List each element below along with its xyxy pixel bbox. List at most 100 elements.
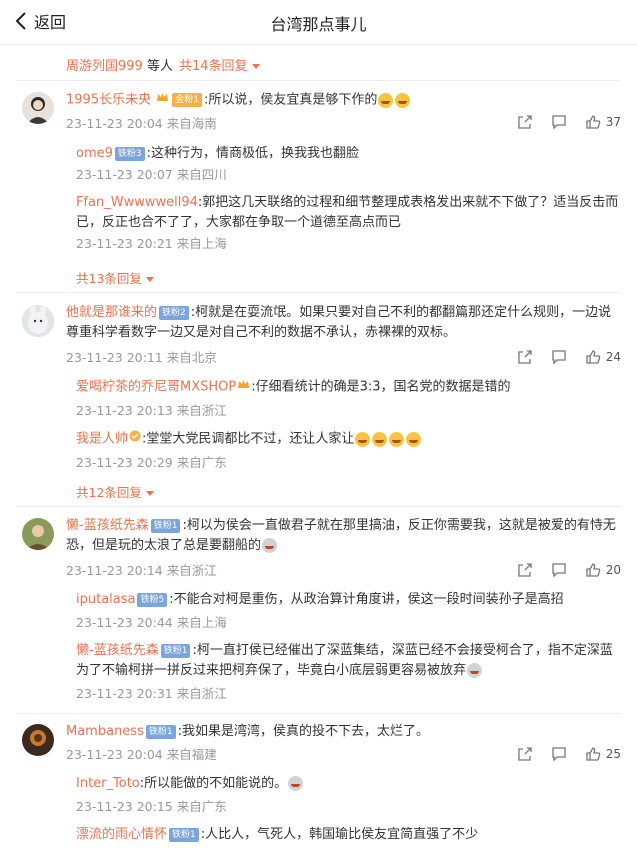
more-replies-link[interactable]: 共12条回复: [76, 482, 154, 501]
reply-item: 漂流的雨心情怀 铁粉1:人比人，气死人，韩国瑜比侯友宜简直强了不少: [76, 825, 619, 845]
share-icon: [518, 115, 532, 129]
hug-emoji-icon: [395, 92, 411, 108]
avatar[interactable]: [22, 724, 54, 756]
reply-username[interactable]: ome9: [76, 146, 113, 161]
avatar[interactable]: [22, 305, 54, 337]
like-count: 37: [605, 115, 621, 129]
reply-username[interactable]: 漂流的雨心情怀: [76, 827, 167, 842]
comment-button[interactable]: [551, 114, 567, 130]
like-icon: [586, 563, 601, 577]
comment-actions: 25: [517, 746, 621, 762]
reply-item: ome9 铁粉3:这种行为，情商极低，换我我也翻脸 23-11-23 20:07 …: [76, 144, 619, 184]
share-icon: [518, 350, 532, 364]
navbar: 返回 台湾那点事儿: [0, 0, 637, 45]
more-replies-link[interactable]: 共14条回复: [179, 59, 260, 74]
comment-actions: 37: [517, 114, 621, 130]
crown-icon: [237, 377, 250, 397]
caret-down-icon: [145, 491, 154, 496]
comment-username[interactable]: Mambaness: [66, 724, 144, 739]
reply-text: :这种行为，情商极低，换我我也翻脸: [146, 146, 360, 161]
laugh-emoji-icon: [406, 431, 422, 447]
reply-text: :人比人，气死人，韩国瑜比侯友宜简直强了不少: [200, 827, 479, 842]
fan-badge: 铁粉3: [114, 146, 145, 161]
more-replies-label: 共14条回复: [178, 59, 248, 74]
fan-badge: 铁粉1: [145, 724, 176, 739]
avatar[interactable]: [22, 518, 54, 550]
laugh-emoji-icon: [389, 431, 405, 447]
reply-username[interactable]: Ffan_Wwwwwell94: [76, 195, 198, 210]
reply-item: Ffan_Wwwwwell94:郭把这几天联络的过程和细节整理成表格发出来就不下…: [76, 193, 619, 253]
comment-icon: [552, 115, 566, 130]
fan-badge: 铁粉5: [137, 592, 168, 607]
reply-summary-suffix: 等人: [142, 59, 173, 74]
reply-text: :不能合对柯是重伤，从政治算计角度讲，侯这一段时间装孙子是高招: [169, 592, 564, 607]
page-title: 台湾那点事儿: [270, 15, 367, 34]
reply-username[interactable]: Inter_Toto: [76, 776, 140, 791]
reply-username[interactable]: iputalasa: [76, 592, 135, 607]
reply-username[interactable]: 爱喝柠茶的乔尼哥MXSHOP: [76, 380, 236, 395]
reply-item: iputalasa 铁粉5:不能合对柯是重伤，从政治算计角度讲，侯这一段时间装孙子…: [76, 590, 619, 632]
reply-meta: 23-11-23 20:44 来自上海: [76, 615, 227, 630]
fan-badge: 铁粉1: [169, 827, 199, 842]
reply-text: :所以能做的不如能说的。: [139, 776, 288, 791]
reply-meta: 23-11-23 20:31 来自浙江: [76, 686, 227, 701]
share-button[interactable]: [517, 746, 533, 762]
reply-username[interactable]: 懒-蓝孩纸先森: [76, 643, 159, 658]
comment-button[interactable]: [551, 746, 567, 762]
dog-emoji-icon: [262, 538, 278, 553]
reply-meta: 23-11-23 20:21 来自上海: [76, 236, 227, 251]
share-icon: [518, 747, 532, 761]
caret-down-icon: [251, 64, 260, 69]
more-replies-label: 共12条回复: [76, 485, 142, 500]
reply-item: Inter_Toto:所以能做的不如能说的。 23-11-23 20:15 来自…: [76, 774, 619, 816]
comment-text: :所以说，侯友宜真是够下作的: [203, 92, 378, 108]
laugh-emoji-icon: [372, 431, 388, 447]
share-button[interactable]: [517, 349, 533, 365]
reply-item: 懒-蓝孩纸先森 铁粉1:柯一直打侯已经催出了深蓝集结，深蓝已经不会接受柯合了，指不…: [76, 641, 619, 703]
comment-username[interactable]: 1995长乐未央: [66, 93, 151, 108]
like-count: 20: [605, 563, 621, 577]
reply-text: :堂堂大党民调都比不过，还让人家让: [142, 431, 355, 447]
divider: [16, 506, 621, 507]
fan-badge: 铁粉1: [150, 518, 181, 533]
comment-username[interactable]: 懒-蓝孩纸先森: [66, 518, 149, 533]
share-icon: [518, 563, 532, 577]
laugh-emoji-icon: [355, 431, 371, 447]
dog-emoji-icon: [288, 776, 304, 791]
like-button[interactable]: 37: [585, 114, 621, 130]
more-replies-label: 共13条回复: [76, 271, 142, 286]
fan-badge: 铁粉2: [159, 305, 189, 320]
reply-item: 爱喝柠茶的乔尼哥MXSHOP:仔细看统计的确是3:3，国名党的数据是错的 23-…: [76, 377, 619, 420]
share-button[interactable]: [517, 114, 533, 130]
more-replies-link[interactable]: 共13条回复: [76, 268, 154, 287]
comment-list: 周游列国999 等人 共14条回复 1995长乐未央 金粉1:所以说，侯友宜真是够…: [0, 45, 637, 851]
reply-item: 我是人帅 :堂堂大党民调都比不过，还让人家让 23-11-23 20:29 来自广…: [76, 429, 619, 472]
reply-username[interactable]: 我是人帅: [76, 432, 128, 447]
verified-icon: [129, 429, 141, 449]
comment-icon: [552, 563, 566, 578]
comment-actions: 24: [517, 349, 621, 365]
comment-icon: [552, 747, 566, 762]
divider: [16, 292, 621, 293]
fan-badge: 铁粉1: [160, 643, 191, 658]
reply-meta: 23-11-23 20:29 来自广东: [76, 454, 227, 470]
share-button[interactable]: [517, 562, 533, 578]
comment-button[interactable]: [551, 562, 567, 578]
divider: [16, 713, 621, 714]
dog-emoji-icon: [467, 663, 483, 678]
reply-summary-users[interactable]: 周游列国999: [66, 59, 143, 74]
reply-meta: 23-11-23 20:15 来自广东: [76, 799, 227, 814]
avatar[interactable]: [22, 92, 54, 124]
comment-icon: [552, 350, 566, 365]
like-button[interactable]: 24: [585, 349, 621, 365]
fan-badge: 金粉1: [172, 93, 202, 107]
like-icon: [586, 350, 601, 364]
comment-actions: 20: [517, 562, 621, 578]
comment-username[interactable]: 他就是那谁来的: [66, 305, 157, 320]
like-icon: [586, 115, 601, 129]
crown-icon: [156, 90, 169, 110]
like-button[interactable]: 20: [585, 562, 621, 578]
like-count: 24: [605, 350, 621, 364]
comment-button[interactable]: [551, 349, 567, 365]
like-button[interactable]: 25: [585, 746, 621, 762]
